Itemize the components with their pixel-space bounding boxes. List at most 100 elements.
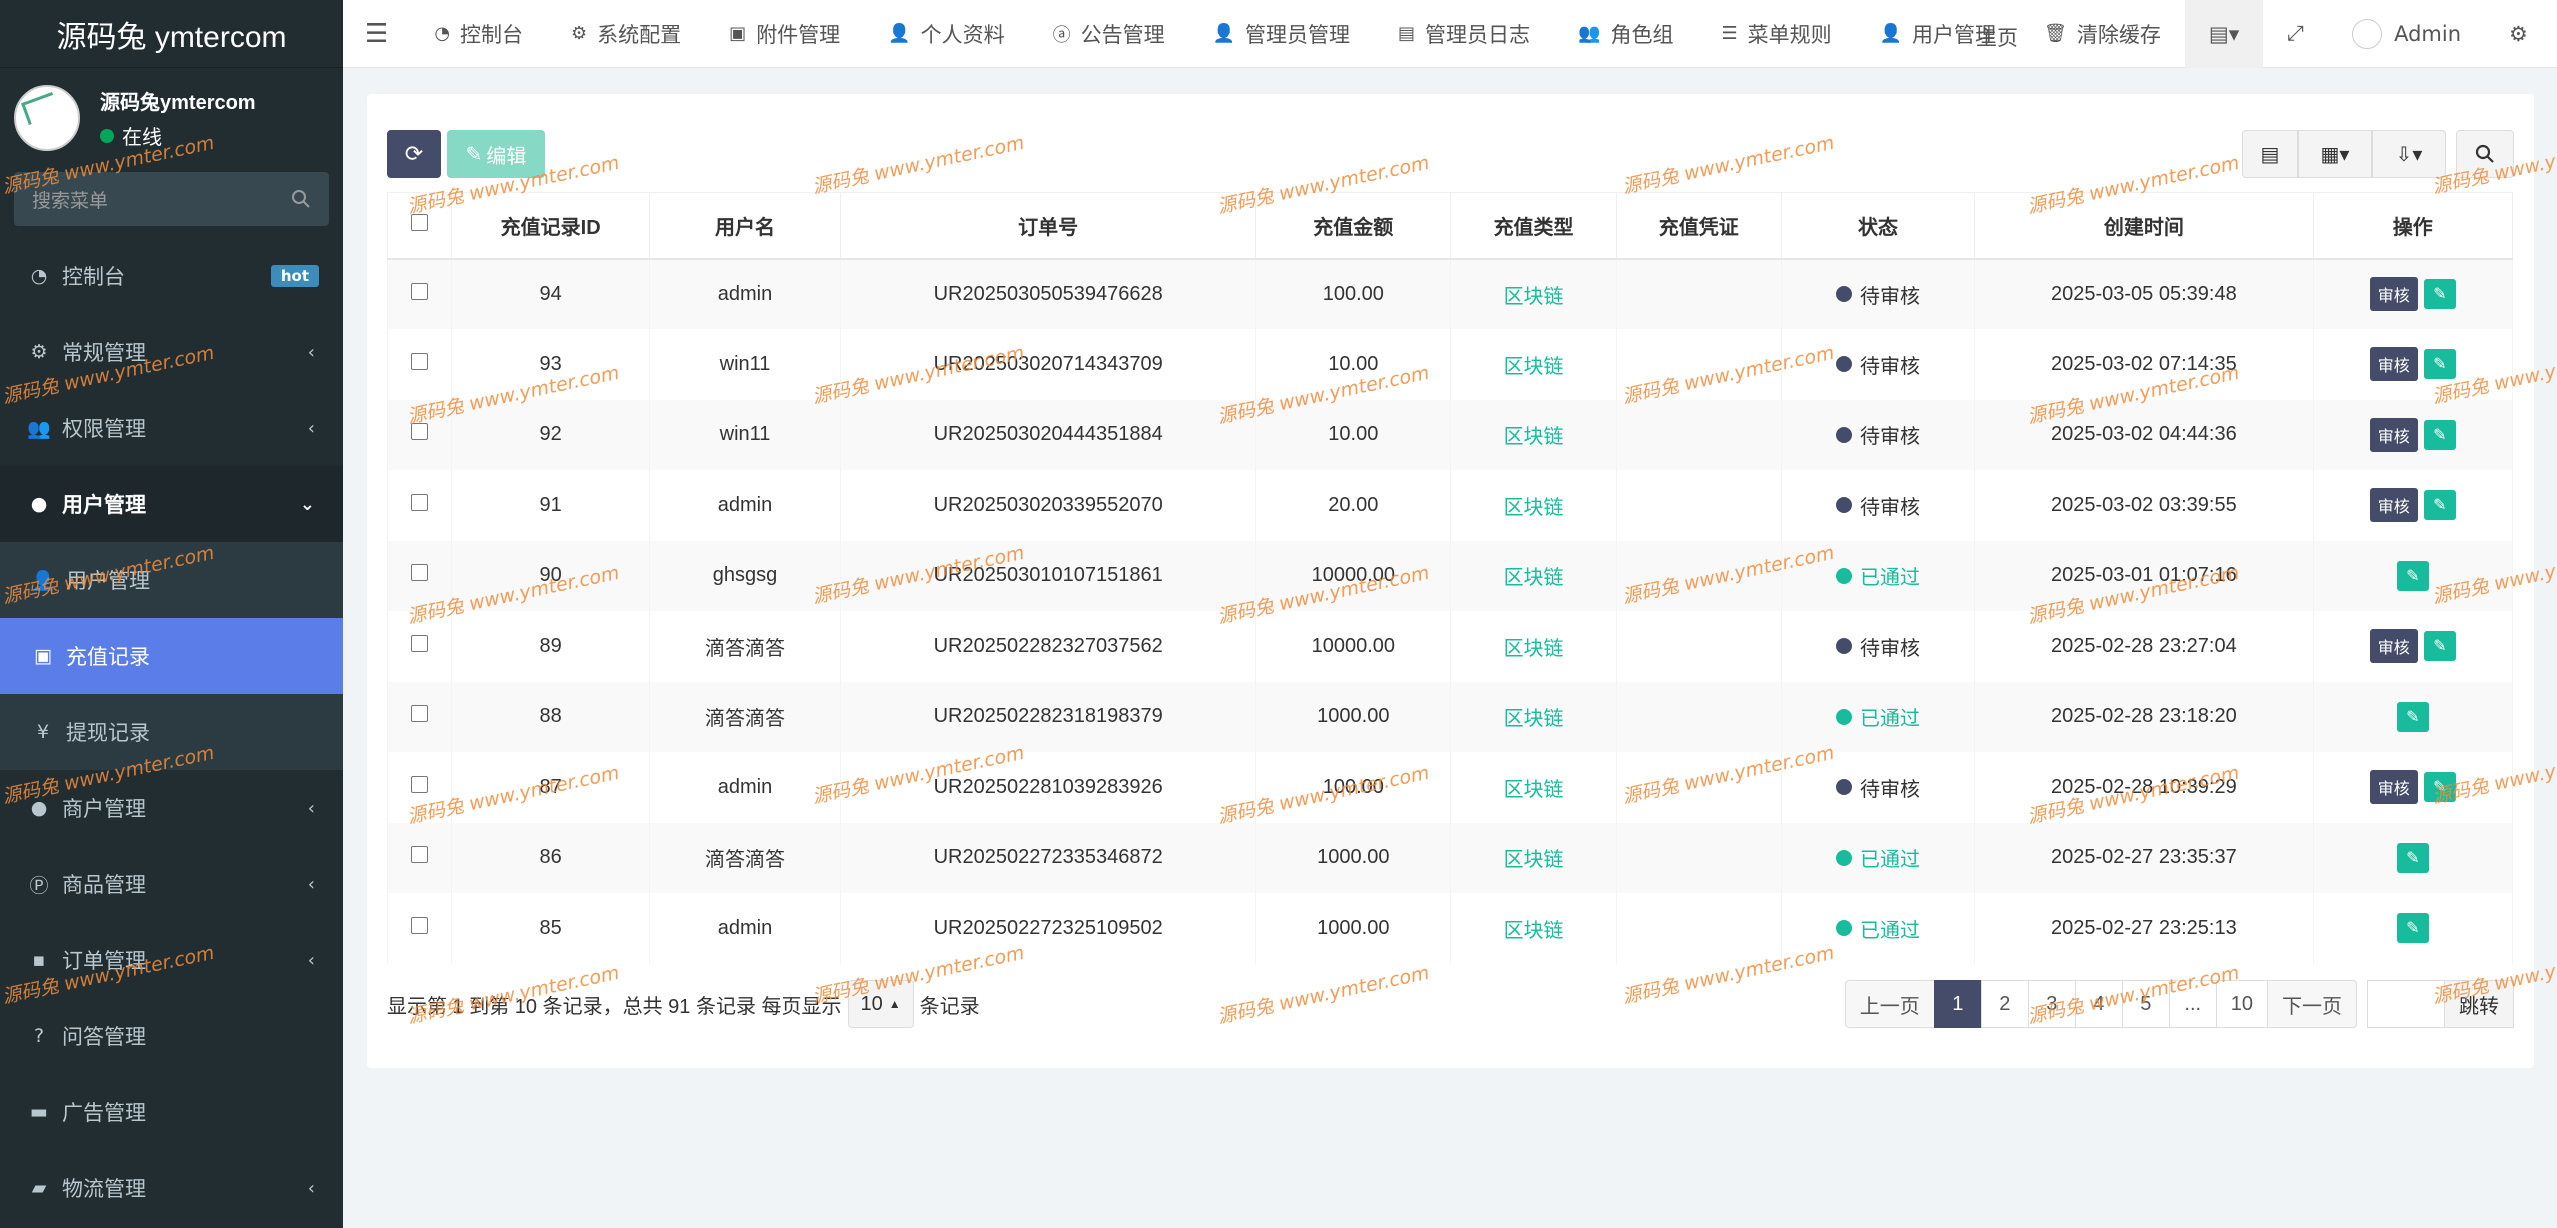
- sidebar-item-9[interactable]: ▪ 订单管理 ‹: [0, 922, 343, 998]
- group-icon: 👥: [27, 417, 51, 440]
- sidebar-item-0[interactable]: ◔ 控制台 hot: [0, 238, 343, 314]
- column-header[interactable]: 状态: [1780, 192, 1976, 260]
- sidebar-item-12[interactable]: ▰ 物流管理 ‹: [0, 1150, 343, 1226]
- row-edit-button[interactable]: ✎: [2396, 913, 2429, 944]
- toggle-view-button[interactable]: ▤: [2242, 130, 2298, 178]
- column-header[interactable]: 充值记录ID: [451, 192, 650, 260]
- row-edit-button[interactable]: ✎: [2423, 631, 2456, 662]
- page-number-button[interactable]: 2: [1980, 980, 2029, 1028]
- cell-status: 待审核: [1780, 399, 1976, 470]
- top-nav-item-3[interactable]: 👤 个人资料: [864, 0, 1028, 68]
- row-edit-button[interactable]: ✎: [2423, 772, 2456, 803]
- row-edit-button[interactable]: ✎: [2423, 279, 2456, 310]
- row-checkbox[interactable]: [411, 916, 429, 934]
- row-checkbox[interactable]: [411, 493, 429, 511]
- menu-toggle-icon[interactable]: ☰: [343, 0, 410, 68]
- audit-button[interactable]: 审核: [2369, 629, 2418, 664]
- group-icon: 👥: [1578, 23, 1601, 44]
- sidebar-item-2[interactable]: 👥 权限管理 ‹: [0, 390, 343, 466]
- table-row: 92 win11 UR202503020444351884 10.00 区块链 待审核 20…: [386, 399, 2514, 470]
- row-edit-button[interactable]: ✎: [2423, 419, 2456, 450]
- table-row: 85 admin UR202502272325109502 1000.00 区块链 已通过…: [386, 893, 2514, 964]
- layout-toggle-button[interactable]: ▤▾: [2184, 0, 2264, 68]
- row-checkbox[interactable]: [411, 775, 429, 793]
- top-nav-item-5[interactable]: 👤 管理员管理: [1189, 0, 1374, 68]
- sidebar-item-4[interactable]: 👤 用户管理: [0, 542, 343, 618]
- page-number-button[interactable]: 4: [2074, 980, 2123, 1028]
- page-size-select[interactable]: 10 ▲: [847, 980, 914, 1028]
- row-edit-button[interactable]: ✎: [2396, 842, 2429, 873]
- cell-proof: [1615, 540, 1782, 611]
- search-menu-input[interactable]: 搜索菜单: [14, 172, 329, 226]
- row-edit-button[interactable]: ✎: [2396, 701, 2429, 732]
- app-logo[interactable]: 源码兔 ymtercom: [0, 0, 343, 68]
- sidebar-item-10[interactable]: ? 问答管理: [0, 998, 343, 1074]
- pencil-icon: ✎: [2406, 920, 2420, 938]
- top-nav-item-2[interactable]: ▣ 附件管理: [705, 0, 864, 68]
- column-header[interactable]: 订单号: [840, 192, 1257, 260]
- jump-page-input[interactable]: [2367, 980, 2445, 1028]
- prev-page-button[interactable]: 上一页: [1844, 980, 1935, 1028]
- sidebar-item-6[interactable]: ¥ 提现记录: [0, 694, 343, 770]
- user-icon: 👤: [31, 569, 55, 592]
- top-nav-item-4[interactable]: ⓐ 公告管理: [1029, 0, 1189, 68]
- admin-menu[interactable]: Admin: [2328, 0, 2485, 68]
- row-checkbox[interactable]: [411, 282, 429, 300]
- column-header[interactable]: 创建时间: [1974, 192, 2314, 260]
- cell-status: 待审核: [1780, 329, 1976, 400]
- row-edit-button[interactable]: ✎: [2423, 349, 2456, 380]
- row-checkbox[interactable]: [411, 564, 429, 582]
- edit-button[interactable]: ✎ 编辑: [447, 130, 545, 178]
- sidebar-item-8[interactable]: Ⓟ 商品管理 ‹: [0, 846, 343, 922]
- top-nav-item-0[interactable]: ◔ 控制台: [410, 0, 547, 68]
- select-all-checkbox[interactable]: [411, 213, 429, 231]
- row-edit-button[interactable]: ✎: [2423, 490, 2456, 521]
- settings-button[interactable]: ⚙: [2485, 0, 2552, 68]
- sidebar-item-11[interactable]: ▬ 广告管理: [0, 1074, 343, 1150]
- export-button[interactable]: ⇩▾: [2372, 130, 2446, 178]
- top-nav-item-9[interactable]: 👤 用户管理 主页: [1856, 0, 2020, 68]
- refresh-button[interactable]: ⟳: [387, 130, 441, 178]
- sidebar-item-label: 物流管理: [62, 1177, 146, 1201]
- audit-button[interactable]: 审核: [2369, 770, 2418, 805]
- audit-button[interactable]: 审核: [2369, 347, 2418, 382]
- sidebar-item-5[interactable]: ▣ 充值记录: [0, 618, 343, 694]
- cell-type: 区块链: [1450, 399, 1617, 470]
- sidebar-item-1[interactable]: ⚙ 常规管理 ‹: [0, 314, 343, 390]
- audit-button[interactable]: 审核: [2369, 277, 2418, 312]
- column-header[interactable]: 充值金额: [1255, 192, 1452, 260]
- top-nav-item-1[interactable]: ⚙ 系统配置: [547, 0, 705, 68]
- row-checkbox[interactable]: [411, 352, 429, 370]
- column-header[interactable]: 充值凭证: [1615, 192, 1782, 260]
- top-nav-item-7[interactable]: 👥 角色组: [1554, 0, 1697, 68]
- cell-username: ghsgsg: [648, 540, 842, 611]
- row-checkbox[interactable]: [411, 705, 429, 723]
- page-number-button[interactable]: 10: [2215, 980, 2268, 1028]
- table-row: 86 滴答滴答 UR202502272335346872 1000.00 区块链 已通过 2…: [386, 822, 2514, 893]
- table-search-button[interactable]: [2456, 130, 2514, 178]
- fullscreen-button[interactable]: ⤢: [2263, 0, 2328, 68]
- page-number-button[interactable]: 1: [1933, 980, 1982, 1028]
- columns-button[interactable]: ▦▾: [2298, 130, 2372, 178]
- page-number-button[interactable]: 3: [2027, 980, 2076, 1028]
- audit-button[interactable]: 审核: [2369, 417, 2418, 452]
- row-checkbox[interactable]: [411, 634, 429, 652]
- page-number-button[interactable]: 5: [2121, 980, 2170, 1028]
- cell-actions: ✎: [2312, 681, 2514, 752]
- audit-button[interactable]: 审核: [2369, 488, 2418, 523]
- next-page-button[interactable]: 下一页: [2267, 980, 2357, 1028]
- row-checkbox[interactable]: [411, 423, 429, 441]
- column-header[interactable]: 用户名: [648, 192, 842, 260]
- column-header[interactable]: 操作: [2312, 192, 2514, 260]
- cell-created-time: 2025-03-01 01:07:16: [1974, 540, 2314, 611]
- row-checkbox[interactable]: [411, 846, 429, 864]
- sidebar-item-3[interactable]: ● 用户管理 ⌄: [0, 466, 343, 542]
- top-nav-item-10[interactable]: 🗑 清除缓存: [2020, 0, 2185, 68]
- column-header[interactable]: 充值类型: [1450, 192, 1617, 260]
- sidebar-item-7[interactable]: ● 商户管理 ‹: [0, 770, 343, 846]
- list-icon: ▤: [2260, 142, 2280, 166]
- row-edit-button[interactable]: ✎: [2396, 560, 2429, 591]
- top-nav-item-8[interactable]: ☰ 菜单规则: [1697, 0, 1855, 68]
- top-nav-item-6[interactable]: ▤ 管理员日志: [1374, 0, 1554, 68]
- jump-button[interactable]: 跳转: [2444, 980, 2514, 1028]
